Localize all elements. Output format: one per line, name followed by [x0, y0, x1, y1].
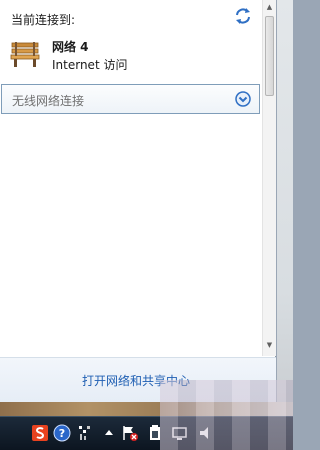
vertical-scrollbar[interactable]: ▲ ▼: [262, 0, 276, 356]
desktop-background: [277, 0, 293, 418]
wireless-connection-header[interactable]: 无线网络连接: [1, 84, 260, 114]
pen-icon[interactable]: [76, 424, 94, 442]
scroll-thumb[interactable]: [265, 16, 274, 96]
screen: 当前连接到: 网络 4 Internet 访问 无线网络连接 ▲ ▼ 打开网络和…: [0, 0, 293, 450]
scroll-up-arrow-icon[interactable]: ▲: [263, 0, 276, 14]
blurred-area: [160, 380, 293, 450]
action-center-flag-icon[interactable]: [121, 424, 139, 442]
help-icon[interactable]: ?: [53, 424, 71, 442]
network-connections-popup: 当前连接到: 网络 4 Internet 访问 无线网络连接 ▲ ▼ 打开网络和…: [0, 0, 276, 402]
wireless-connection-label: 无线网络连接: [12, 94, 85, 108]
currently-connected-label: 当前连接到:: [11, 13, 76, 27]
network-name: 网络 4: [52, 40, 89, 54]
svg-text:?: ?: [59, 427, 65, 440]
chevron-down-circle-icon[interactable]: [235, 91, 251, 107]
bench-network-icon: [10, 42, 40, 67]
scroll-down-arrow-icon[interactable]: ▼: [263, 338, 276, 352]
show-hidden-icons-arrow[interactable]: [100, 424, 118, 442]
sogou-input-icon[interactable]: [31, 424, 49, 442]
refresh-icon[interactable]: [234, 7, 252, 25]
network-access-status: Internet 访问: [52, 58, 128, 72]
